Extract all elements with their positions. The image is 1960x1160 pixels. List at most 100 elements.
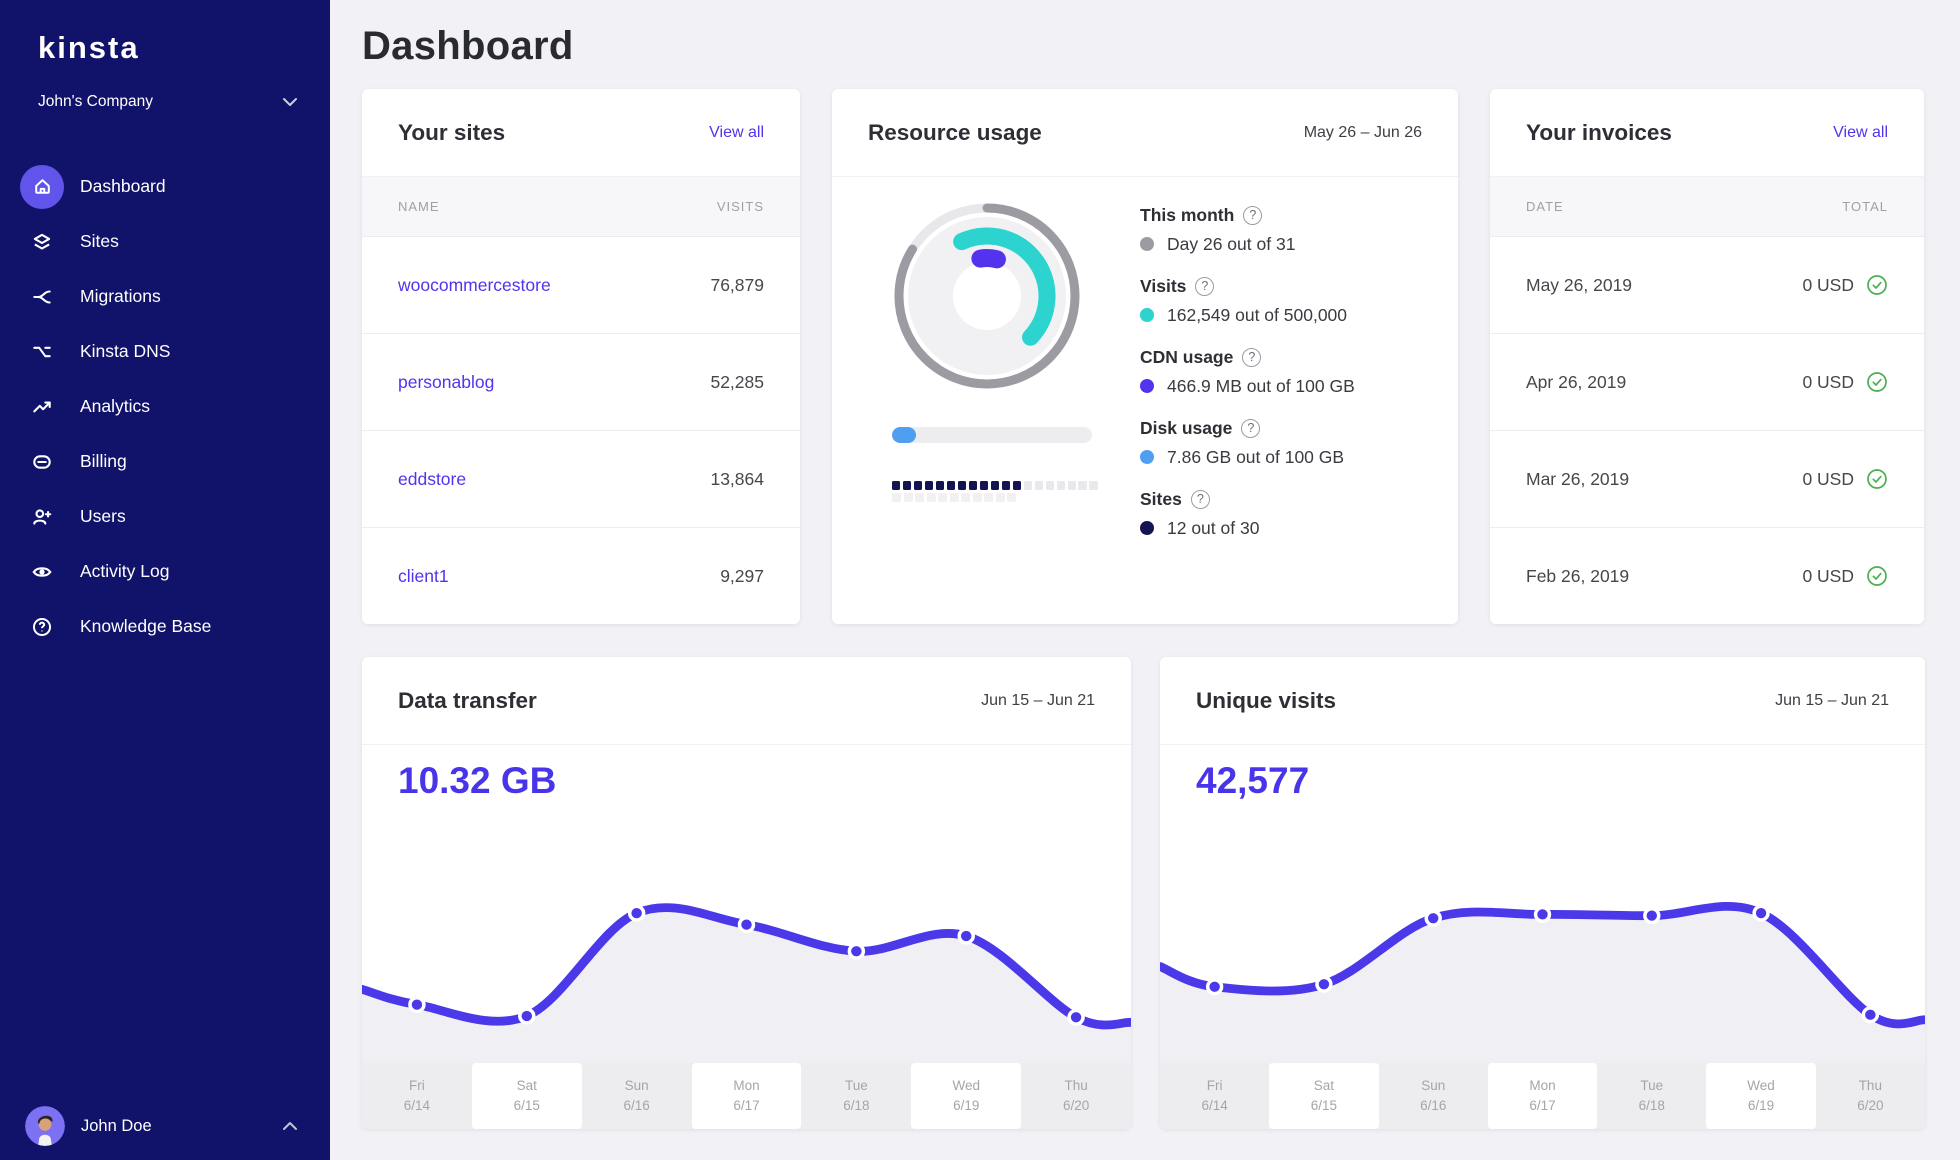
card-title: Data transfer <box>398 687 537 713</box>
sidebar-item-label: Analytics <box>80 396 151 416</box>
check-circle-icon <box>1867 275 1887 295</box>
day-label: Mon 6/17 <box>691 1063 802 1129</box>
resource-gauges <box>892 201 1098 556</box>
sidebar-item-label: Knowledge Base <box>80 616 212 636</box>
legend-title: CDN usage <box>1140 346 1234 367</box>
blue-dot-icon <box>1140 450 1154 464</box>
credit-card-icon <box>20 440 64 484</box>
sidebar-item-kinsta-dns[interactable]: Kinsta DNS <box>0 324 330 379</box>
sidebar-item-activity-log[interactable]: Activity Log <box>0 544 330 599</box>
teal-dot-icon <box>1140 308 1154 322</box>
card-title: Your invoices <box>1526 119 1672 145</box>
legend-sites: Sites? 12 out of 30 <box>1140 485 1355 543</box>
day-axis: Fri 6/14 Sat 6/15 Sun 6/16 Mon 6/17 Tue 6/18 … <box>362 1063 1131 1129</box>
table-row: eddstore 13,864 <box>362 431 800 528</box>
day-label: Sun 6/16 <box>1420 1078 1447 1113</box>
sidebar-item-migrations[interactable]: Migrations <box>0 269 330 324</box>
gray-dot-icon <box>1140 237 1154 251</box>
help-icon[interactable]: ? <box>1190 489 1210 509</box>
unique-visits-card: Unique visits Jun 15 – Jun 21 42,577 Fri… <box>1160 657 1925 1129</box>
sidebar-item-analytics[interactable]: Analytics <box>0 379 330 434</box>
disk-usage-fill <box>892 427 916 443</box>
day-label: Tue 6/18 <box>1638 1078 1665 1113</box>
help-icon[interactable]: ? <box>1243 205 1263 225</box>
site-link[interactable]: personablog <box>398 372 494 393</box>
table-row: Feb 26, 2019 0 USD <box>1490 528 1924 624</box>
user-menu[interactable]: John Doe <box>0 1106 330 1146</box>
sidebar-item-billing[interactable]: Billing <box>0 434 330 489</box>
invoice-total: 0 USD <box>1802 274 1854 295</box>
invoices-table-header: DATE TOTAL <box>1490 177 1924 237</box>
app-window: kinsta John's Company Dashboard Sites Mi… <box>0 0 1960 1160</box>
table-row: Apr 26, 2019 0 USD <box>1490 334 1924 431</box>
unique-visits-chart <box>1160 902 1925 1063</box>
sidebar-item-sites[interactable]: Sites <box>0 214 330 269</box>
site-link[interactable]: client1 <box>398 566 449 587</box>
date-range: May 26 – Jun 26 <box>1303 123 1422 141</box>
site-visits: 52,285 <box>710 371 764 392</box>
user-add-icon <box>20 495 64 539</box>
purple-dot-icon <box>1140 379 1154 393</box>
your-invoices-card: Your invoices View all DATE TOTAL May 26… <box>1490 89 1924 624</box>
sidebar-item-users[interactable]: Users <box>0 489 330 544</box>
resource-usage-card: Resource usage May 26 – Jun 26 This mont… <box>832 89 1458 624</box>
sidebar-item-label: Activity Log <box>80 561 170 581</box>
date-range: Jun 15 – Jun 21 <box>981 691 1095 709</box>
invoice-total: 0 USD <box>1802 371 1854 392</box>
day-label: Fri 6/14 <box>1201 1078 1228 1113</box>
site-visits: 9,297 <box>720 565 764 586</box>
day-label: Sat 6/15 <box>1269 1063 1379 1129</box>
help-icon[interactable]: ? <box>1241 418 1261 438</box>
sidebar-item-label: Migrations <box>80 286 161 306</box>
kinsta-logo[interactable]: kinsta <box>0 0 330 66</box>
legend-cdn-usage: CDN usage? 466.9 MB out of 100 GB <box>1140 343 1355 401</box>
site-visits: 76,879 <box>710 274 764 295</box>
column-visits: VISITS <box>716 199 764 214</box>
company-selector[interactable]: John's Company <box>0 66 330 111</box>
legend-value: 466.9 MB out of 100 GB <box>1167 375 1355 396</box>
legend-visits: Visits? 162,549 out of 500,000 <box>1140 272 1355 330</box>
resource-usage-donut <box>894 203 1080 389</box>
view-all-sites-link[interactable]: View all <box>709 124 764 142</box>
invoice-date: Mar 26, 2019 <box>1526 468 1630 489</box>
legend-value: 7.86 GB out of 100 GB <box>1167 446 1345 467</box>
legend-value: Day 26 out of 31 <box>1167 233 1296 254</box>
legend-this-month: This month? Day 26 out of 31 <box>1140 201 1355 259</box>
eye-icon <box>20 550 64 594</box>
column-total: TOTAL <box>1842 199 1888 214</box>
invoice-date: Apr 26, 2019 <box>1526 371 1627 392</box>
help-icon[interactable]: ? <box>1195 276 1215 296</box>
data-transfer-chart <box>362 903 1131 1063</box>
sites-usage-squares <box>892 481 1098 502</box>
card-title: Your sites <box>398 119 506 145</box>
sidebar-item-dashboard[interactable]: Dashboard <box>0 159 330 214</box>
card-title: Resource usage <box>868 119 1042 145</box>
invoice-date: Feb 26, 2019 <box>1526 565 1630 586</box>
view-all-invoices-link[interactable]: View all <box>1833 124 1888 142</box>
sidebar-item-label: Sites <box>80 231 119 251</box>
legend-title: Disk usage <box>1140 417 1233 438</box>
card-title: Unique visits <box>1196 687 1337 713</box>
disk-usage-bar <box>892 427 1092 443</box>
column-name: NAME <box>398 199 440 214</box>
company-name: John's Company <box>38 93 153 110</box>
layers-icon <box>20 220 64 264</box>
site-link[interactable]: eddstore <box>398 469 466 490</box>
day-label: Thu 6/20 <box>1062 1078 1090 1113</box>
check-circle-icon <box>1867 566 1887 586</box>
data-transfer-total: 10.32 GB <box>398 760 557 801</box>
help-icon[interactable]: ? <box>1242 347 1262 367</box>
chevron-down-icon <box>283 98 297 106</box>
chevron-up-icon <box>283 1122 297 1130</box>
sidebar-item-label: Kinsta DNS <box>80 341 171 361</box>
invoice-total: 0 USD <box>1802 565 1854 586</box>
home-icon <box>20 164 64 209</box>
site-link[interactable]: woocommercestore <box>398 275 551 296</box>
check-circle-icon <box>1867 372 1887 392</box>
sidebar-item-knowledge-base[interactable]: Knowledge Base <box>0 599 330 654</box>
invoice-date: May 26, 2019 <box>1526 274 1633 295</box>
legend-value: 12 out of 30 <box>1167 517 1260 538</box>
chart-area <box>1160 906 1925 1063</box>
day-label: Wed 6/19 <box>911 1063 1022 1129</box>
resource-legend: This month? Day 26 out of 31 Visits? 162… <box>1140 201 1355 556</box>
